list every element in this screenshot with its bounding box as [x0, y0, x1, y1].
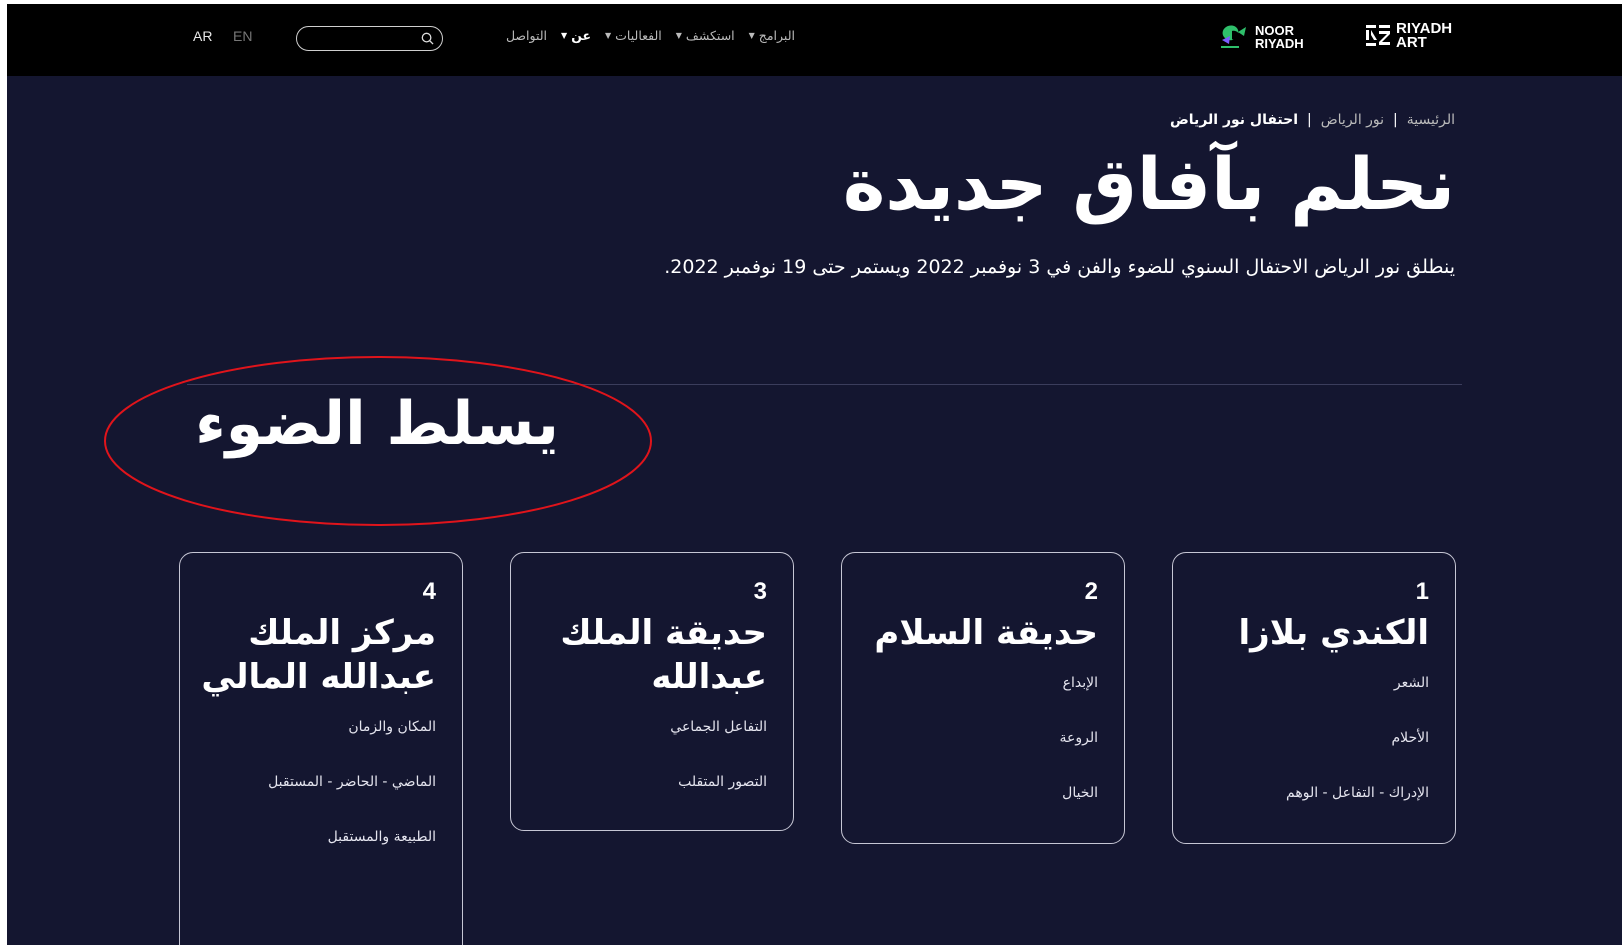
card-number: 4 — [422, 578, 436, 605]
card-theme: التفاعل الجماعي — [670, 719, 767, 735]
card-number: 3 — [753, 578, 767, 605]
card-theme: الإدراك - التفاعل - الوهم — [1286, 785, 1429, 801]
card-number: 2 — [1084, 578, 1098, 605]
card-theme: الأحلام — [1391, 730, 1429, 746]
card-theme: الروعة — [1059, 730, 1099, 746]
card-theme-list: التفاعل الجماعي التصور المتقلب — [531, 707, 767, 817]
card-theme: الشعر — [1393, 675, 1429, 691]
card-theme-list: المكان والزمان الماضي - الحاضر - المستقب… — [200, 707, 436, 872]
card-theme: التصور المتقلب — [678, 774, 767, 790]
card-title: حديقة الملك عبدالله — [560, 613, 767, 697]
card-theme: الخيال — [1062, 785, 1098, 801]
card-theme-list: الإبداع الروعة الخيال — [862, 663, 1099, 828]
card-theme: الماضي - الحاضر - المستقبل — [268, 774, 436, 790]
card-title: الكندي بلازا — [1238, 613, 1429, 653]
card-title: مركز الملك عبدالله المالي — [201, 613, 436, 697]
card-theme: الطبيعة والمستقبل — [327, 829, 436, 845]
card-theme: المكان والزمان — [348, 719, 436, 735]
venue-card-1[interactable]: 1 الكندي بلازا الشعر الأحلام الإدراك - ا… — [1172, 552, 1456, 844]
venue-card-2[interactable]: 2 حديقة السلام الإبداع الروعة الخيال — [841, 552, 1125, 844]
card-number: 1 — [1415, 578, 1429, 605]
card-theme: الإبداع — [1062, 675, 1098, 691]
venue-card-3[interactable]: 3 حديقة الملك عبدالله التفاعل الجماعي ال… — [510, 552, 794, 831]
venue-card-4[interactable]: 4 مركز الملك عبدالله المالي المكان والزم… — [179, 552, 463, 945]
card-theme-list: الشعر الأحلام الإدراك - التفاعل - الوهم — [1193, 663, 1429, 828]
page: AR EN البرامج ▼ استكشف ▼ الفعاليات ▼ عن … — [7, 4, 1622, 945]
card-title: حديقة السلام — [874, 613, 1098, 653]
